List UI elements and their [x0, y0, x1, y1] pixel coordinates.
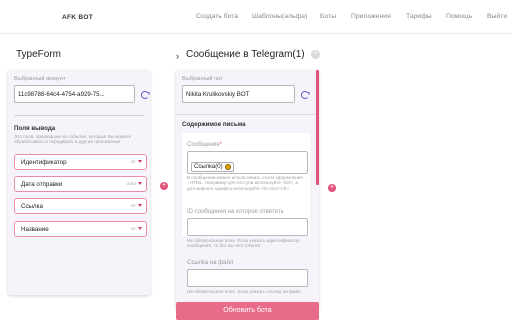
output-field-id[interactable]: Идентификатор str	[14, 154, 147, 170]
logo[interactable]: AFK BOT	[62, 14, 93, 21]
chat-select[interactable]: Nikita Krulikovskiy BOT	[182, 85, 295, 103]
typeform-icon	[224, 164, 231, 170]
output-field-label: Ссылка	[21, 202, 43, 210]
message-input[interactable]: Ссылка(0)	[187, 151, 308, 174]
output-fields-title: Поля вывода	[14, 125, 56, 132]
nav-pricing[interactable]: Тарифы	[406, 13, 432, 20]
file-label: Ссылка на файл	[187, 260, 234, 266]
content-title: Содержимое письма	[182, 121, 246, 128]
output-field-name[interactable]: Название str	[14, 221, 147, 237]
nav-templates[interactable]: Шаблоны(альфа)	[252, 13, 307, 20]
output-fields-help: Это поля, пришедшие из события, которые …	[14, 134, 132, 145]
reply-help: Не обязательное поле. Если указать идент…	[187, 238, 300, 249]
message-help: В сообщении можно использовать стили офо…	[187, 175, 303, 191]
reply-label: ID сообщения на которое ответить	[187, 209, 284, 215]
action-title: Сообщение в Telegram(1)	[186, 49, 305, 60]
nav-logout[interactable]: Выйти	[487, 13, 507, 20]
update-bot-button[interactable]: Обновить бота	[176, 302, 319, 320]
add-step-icon[interactable]: +	[160, 182, 168, 190]
output-field-type: str	[130, 203, 136, 209]
reply-input[interactable]	[187, 218, 308, 236]
nav-create-bot[interactable]: Создать бота	[196, 13, 238, 20]
refresh-icon[interactable]	[141, 91, 149, 99]
add-step-icon[interactable]: +	[328, 184, 336, 192]
variable-chip[interactable]: Ссылка(0)	[191, 162, 234, 172]
account-select[interactable]: 11c98788-64c4-4754-a929-75...	[14, 85, 135, 103]
chevron-down-icon	[138, 160, 142, 163]
output-field-label: Название	[21, 225, 49, 233]
chevron-down-icon	[138, 204, 142, 207]
output-field-label: Дата отправки	[21, 180, 63, 188]
output-field-type: str	[130, 159, 136, 165]
nav-bots[interactable]: Боты	[320, 13, 336, 20]
chevron-down-icon	[138, 227, 142, 230]
chat-label: Выбранный чат	[182, 76, 223, 82]
action-panel: Выбранный чат Nikita Krulikovskiy BOT Со…	[176, 70, 319, 310]
account-label: Выбранный аккаунт	[14, 76, 66, 82]
message-label: Сообщение*	[187, 142, 222, 148]
divider	[14, 115, 144, 116]
collapse-chevron-icon[interactable]: ›	[176, 51, 179, 61]
nav-apps[interactable]: Приложения	[351, 13, 391, 20]
refresh-icon[interactable]	[301, 91, 309, 99]
output-field-type: date	[126, 181, 136, 187]
output-field-link[interactable]: Ссылка str	[14, 198, 147, 214]
output-field-type: str	[130, 226, 136, 232]
scrollbar[interactable]	[316, 70, 319, 185]
file-help: Не обязательное поле. Если указать ссылк…	[187, 289, 301, 294]
file-input[interactable]	[187, 269, 308, 287]
output-field-label: Идентификатор	[21, 158, 67, 166]
nav-help[interactable]: Помощь	[446, 13, 472, 20]
divider	[176, 114, 319, 115]
chevron-down-icon	[138, 182, 142, 185]
top-navbar: AFK BOT Создать бота Шаблоны(альфа) Боты…	[0, 0, 512, 34]
close-icon[interactable]: ×	[311, 50, 320, 59]
source-app-title: TypeForm	[16, 49, 62, 60]
output-field-date[interactable]: Дата отправки date	[14, 176, 147, 192]
